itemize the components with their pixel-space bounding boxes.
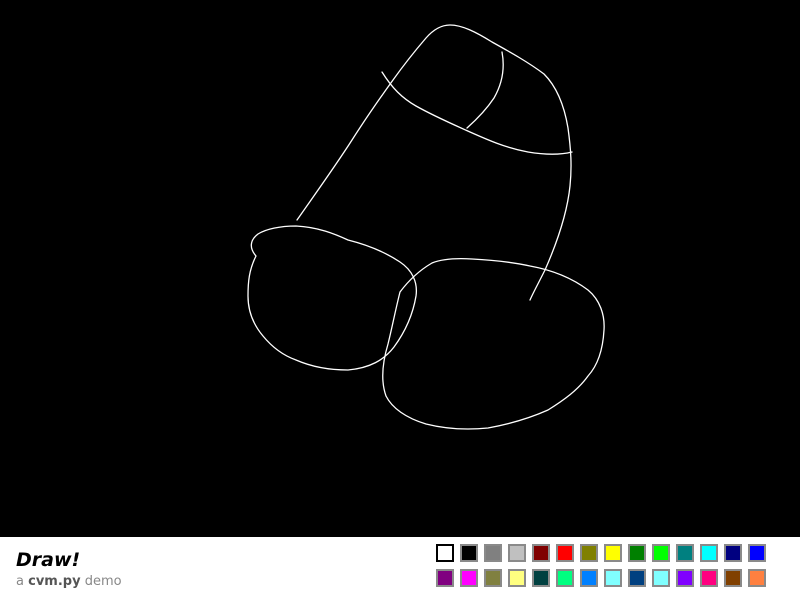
color-swatch[interactable] — [652, 544, 670, 562]
color-swatch[interactable] — [724, 544, 742, 562]
color-swatch[interactable] — [700, 569, 718, 587]
color-swatch[interactable] — [652, 569, 670, 587]
color-swatch[interactable] — [580, 544, 598, 562]
color-swatch[interactable] — [700, 544, 718, 562]
color-swatch[interactable] — [724, 569, 742, 587]
color-swatch[interactable] — [484, 544, 502, 562]
color-swatch[interactable] — [556, 569, 574, 587]
app-subtitle: a cvm.py demo — [16, 573, 122, 591]
color-palette — [436, 544, 772, 592]
color-swatch[interactable] — [436, 544, 454, 562]
subtitle-prefix: a — [16, 574, 29, 589]
color-swatch[interactable] — [484, 569, 502, 587]
subtitle-brand: cvm.py — [28, 574, 81, 589]
color-swatch[interactable] — [676, 544, 694, 562]
color-swatch[interactable] — [628, 544, 646, 562]
color-swatch[interactable] — [532, 544, 550, 562]
color-swatch[interactable] — [508, 544, 526, 562]
drawing-canvas[interactable] — [0, 0, 800, 537]
color-swatch[interactable] — [748, 544, 766, 562]
brand-block: Draw! a cvm.py demo — [16, 548, 122, 591]
color-swatch[interactable] — [460, 569, 478, 587]
color-swatch[interactable] — [748, 569, 766, 587]
color-swatch[interactable] — [556, 544, 574, 562]
color-swatch[interactable] — [580, 569, 598, 587]
color-swatch[interactable] — [604, 544, 622, 562]
subtitle-suffix: demo — [80, 574, 122, 589]
color-swatch[interactable] — [676, 569, 694, 587]
color-swatch[interactable] — [604, 569, 622, 587]
color-swatch[interactable] — [628, 569, 646, 587]
canvas-background — [0, 0, 800, 537]
color-swatch[interactable] — [508, 569, 526, 587]
draw-app: Draw! a cvm.py demo — [0, 0, 800, 600]
app-title: Draw! — [16, 549, 81, 571]
color-swatch[interactable] — [532, 569, 550, 587]
bottom-toolbar: Draw! a cvm.py demo — [0, 537, 800, 600]
color-swatch[interactable] — [436, 569, 454, 587]
color-swatch[interactable] — [460, 544, 478, 562]
